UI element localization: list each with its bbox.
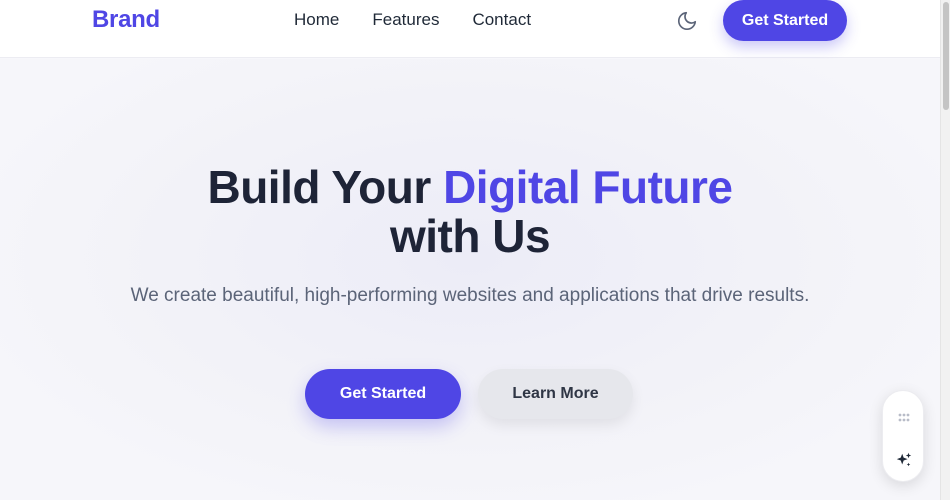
grip-dots-icon[interactable] xyxy=(897,411,911,425)
scrollbar-thumb[interactable] xyxy=(943,2,949,110)
main-nav: Home Features Contact xyxy=(294,10,564,30)
sparkle-icon[interactable] xyxy=(895,451,913,469)
nav-features-link[interactable]: Features xyxy=(372,10,439,30)
hero-title-end: with Us xyxy=(389,210,551,262)
header-get-started-button[interactable]: Get Started xyxy=(723,0,847,41)
landing-page: Brand Home Features Contact Get Started … xyxy=(0,0,950,500)
moon-icon xyxy=(677,11,697,31)
hero-subtitle: We create beautiful, high-performing web… xyxy=(130,285,810,306)
learn-more-button[interactable]: Learn More xyxy=(478,369,633,419)
theme-toggle-button[interactable] xyxy=(674,8,700,34)
hero-title-accent: Digital Future xyxy=(443,161,733,213)
nav-home-link[interactable]: Home xyxy=(294,10,339,30)
brand-logo[interactable]: Brand xyxy=(92,6,160,34)
page-scrollbar[interactable] xyxy=(940,0,950,500)
floating-widget[interactable] xyxy=(882,390,924,482)
hero-title: Build Your Digital Future with Us xyxy=(0,163,940,261)
get-started-button[interactable]: Get Started xyxy=(305,369,461,419)
nav-contact-link[interactable]: Contact xyxy=(472,10,531,30)
hero-section: Build Your Digital Future with Us We cre… xyxy=(0,59,940,500)
hero-title-start: Build Your xyxy=(207,161,444,213)
site-header: Brand Home Features Contact Get Started xyxy=(0,0,940,58)
